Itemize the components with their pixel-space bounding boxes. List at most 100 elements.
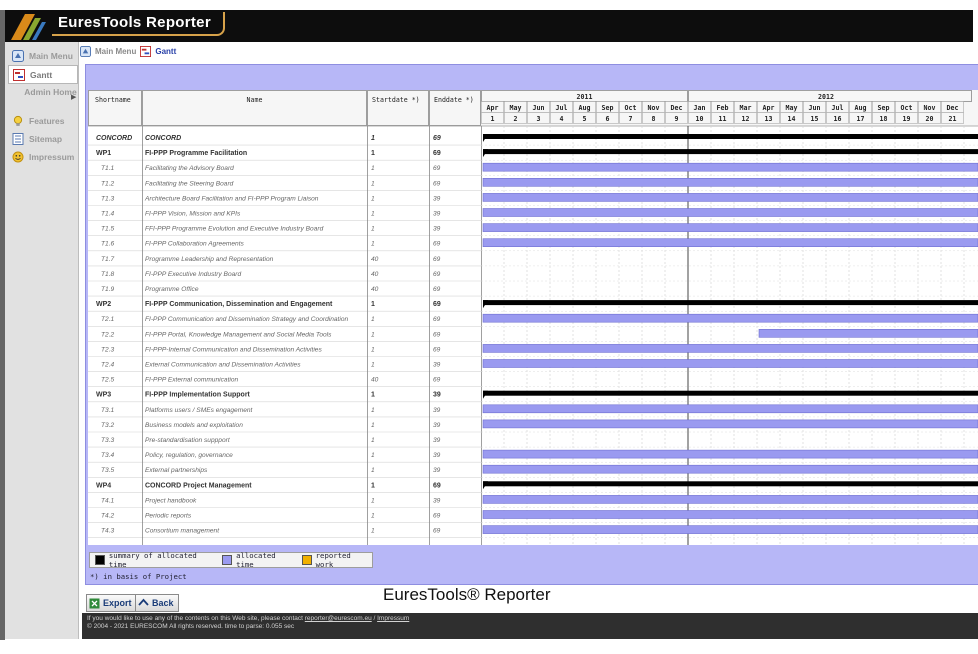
row-shortname: T2.2 bbox=[101, 331, 115, 338]
month-number-label: 11 bbox=[719, 115, 727, 123]
gantt-icon bbox=[140, 45, 152, 57]
legend-summary-label: summary of allocated time bbox=[108, 551, 197, 569]
month-number-label: 18 bbox=[880, 115, 888, 123]
month-label: Dec bbox=[671, 104, 683, 112]
year-label: 2011 bbox=[577, 93, 593, 101]
month-label: Sep bbox=[602, 104, 614, 112]
summary-bar bbox=[483, 300, 978, 306]
row-name: FI-PPP Programme Facilitation bbox=[145, 150, 247, 157]
row-enddate: 39 bbox=[433, 422, 441, 429]
sidebar-item-impressum[interactable]: Impressum bbox=[8, 148, 78, 165]
sidebar-item-label: Impressum bbox=[29, 151, 75, 162]
month-label: Nov bbox=[924, 104, 936, 112]
row-startdate: 1 bbox=[371, 135, 375, 142]
row-shortname: WP3 bbox=[96, 392, 111, 399]
row-enddate: 69 bbox=[433, 482, 441, 489]
month-number-label: 3 bbox=[537, 115, 541, 123]
row-shortname: WP1 bbox=[96, 150, 111, 157]
row-startdate: 1 bbox=[371, 346, 375, 353]
month-number-label: 14 bbox=[788, 115, 796, 123]
footer-contact-text: If you would like to use any of the cont… bbox=[87, 615, 303, 622]
row-startdate: 1 bbox=[371, 180, 375, 187]
gantt-svg: Shortname Name Startdate *) Enddate *) 2011 2… bbox=[88, 90, 978, 545]
row-shortname: T1.8 bbox=[101, 271, 115, 278]
summary-bar bbox=[483, 149, 978, 155]
summary-bar bbox=[483, 390, 978, 396]
row-startdate: 1 bbox=[371, 467, 375, 474]
row-startdate: 1 bbox=[371, 362, 375, 369]
row-shortname: T3.4 bbox=[101, 452, 115, 459]
month-label: Dec bbox=[947, 104, 959, 112]
row-name: FI-PPP-Internal Communication and Dissem… bbox=[145, 346, 322, 353]
row-name: Periodic reports bbox=[145, 513, 192, 520]
sidebar-item-admin-home[interactable]: Admin Home bbox=[23, 87, 78, 97]
month-number-label: 8 bbox=[652, 115, 656, 123]
row-enddate: 69 bbox=[433, 271, 441, 278]
row-enddate: 39 bbox=[433, 226, 441, 233]
allocated-bar bbox=[482, 162, 978, 172]
row-shortname: T1.4 bbox=[101, 211, 115, 218]
back-button-label: Back bbox=[152, 598, 174, 608]
row-name: FI-PPP Executive Industry Board bbox=[145, 271, 241, 278]
legend-allocated-swatch bbox=[222, 555, 233, 565]
caption: EuresTools® Reporter bbox=[383, 585, 551, 604]
row-name: CONCORD Project Management bbox=[145, 482, 252, 489]
footer: If you would like to use any of the cont… bbox=[82, 613, 978, 639]
row-shortname: CONCORD bbox=[96, 135, 132, 142]
back-button[interactable]: Back bbox=[135, 594, 179, 612]
sidebar-item-label: Features bbox=[29, 115, 65, 126]
row-startdate: 1 bbox=[371, 437, 375, 444]
row-startdate: 1 bbox=[371, 452, 375, 459]
header-startdate: Startdate *) bbox=[372, 96, 420, 104]
allocated-bar bbox=[482, 178, 978, 187]
row-name: Programme Leadership and Representation bbox=[145, 256, 274, 263]
legend-reported-label: reported work bbox=[315, 551, 351, 569]
footer-email-link[interactable]: reporter@eurescom.eu bbox=[305, 615, 372, 622]
sidebar-item-main-menu[interactable]: Main Menu bbox=[8, 47, 78, 64]
month-label: Aug bbox=[579, 104, 591, 112]
month-label: Jan bbox=[694, 104, 706, 112]
breadcrumb-main-menu[interactable]: Main Menu bbox=[95, 47, 136, 56]
row-enddate: 39 bbox=[433, 211, 441, 218]
row-enddate: 39 bbox=[433, 497, 441, 504]
breadcrumb: Main Menu Gantt bbox=[80, 44, 176, 58]
app-logo-icon bbox=[11, 14, 46, 40]
legend-allocated-label: allocated time bbox=[236, 551, 276, 569]
legend-reported-swatch bbox=[301, 555, 312, 565]
sidebar: Main Menu Gantt Admin Home ▶ Features Si… bbox=[5, 42, 79, 639]
breadcrumb-gantt[interactable]: Gantt bbox=[155, 47, 176, 56]
lightbulb-icon bbox=[13, 115, 23, 126]
month-label: Oct bbox=[901, 104, 913, 112]
footer-impressum-link[interactable]: Impressum bbox=[377, 615, 409, 622]
row-name: FI-PPP External communication bbox=[145, 377, 239, 384]
row-enddate: 39 bbox=[433, 452, 441, 459]
row-name: External Communication and Dissemination… bbox=[145, 362, 301, 369]
row-shortname: T4.2 bbox=[101, 513, 115, 520]
month-number-label: 20 bbox=[926, 115, 934, 123]
row-name: Business models and exploitation bbox=[145, 422, 243, 429]
export-button[interactable]: Export bbox=[86, 594, 137, 612]
excel-icon bbox=[89, 598, 100, 608]
month-number-label: 9 bbox=[675, 115, 679, 123]
row-enddate: 39 bbox=[433, 437, 441, 444]
allocated-bar bbox=[482, 223, 978, 232]
year-label: 2012 bbox=[818, 93, 834, 101]
sidebar-item-gantt[interactable]: Gantt bbox=[8, 65, 78, 84]
row-enddate: 69 bbox=[433, 286, 441, 293]
month-label: Aug bbox=[855, 104, 867, 112]
sidebar-item-features[interactable]: Features bbox=[8, 112, 78, 129]
month-label: Jul bbox=[832, 104, 844, 112]
legend-summary-swatch bbox=[95, 555, 105, 565]
allocated-bar bbox=[482, 464, 978, 474]
sidebar-item-sitemap[interactable]: Sitemap bbox=[8, 130, 78, 147]
month-label: Oct bbox=[625, 104, 637, 112]
row-shortname: T2.1 bbox=[101, 316, 115, 323]
row-enddate: 69 bbox=[433, 316, 441, 323]
allocated-bar bbox=[482, 525, 978, 534]
row-startdate: 1 bbox=[371, 301, 375, 308]
month-number-label: 19 bbox=[903, 115, 911, 123]
summary-bar bbox=[483, 481, 978, 487]
row-startdate: 1 bbox=[371, 195, 375, 202]
export-button-label: Export bbox=[103, 598, 132, 608]
month-label: May bbox=[786, 104, 798, 112]
